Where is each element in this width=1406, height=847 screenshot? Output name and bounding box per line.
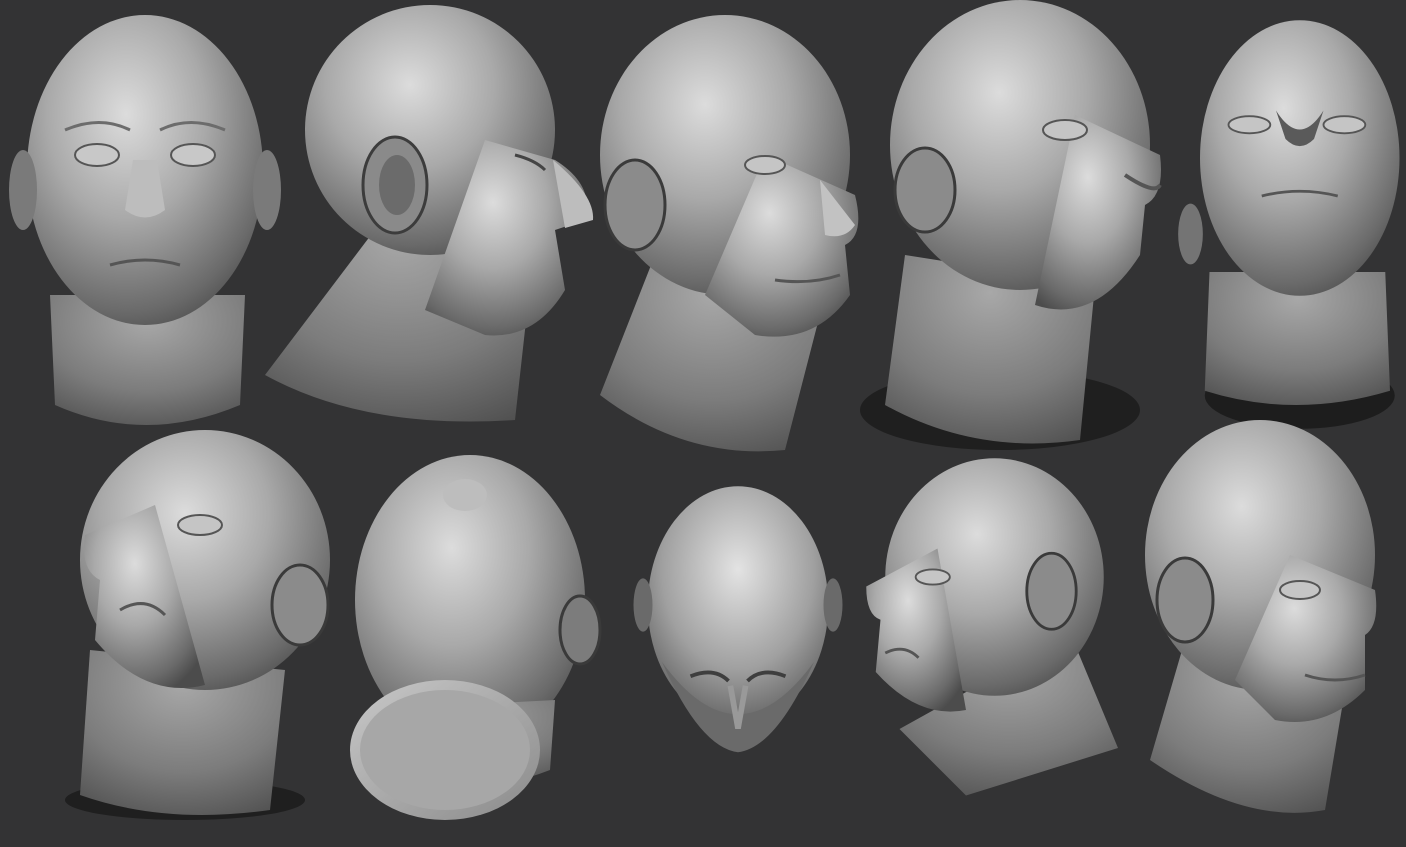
head-view-8 <box>633 486 843 753</box>
head-view-7 <box>350 455 602 820</box>
head-view-9 <box>866 458 1118 796</box>
head-view-6 <box>65 430 330 820</box>
head-view-4 <box>860 0 1162 450</box>
sculpt-turnaround-canvas <box>9 0 1400 820</box>
head-view-10 <box>1145 420 1377 813</box>
head-view-2 <box>265 5 594 422</box>
head-view-1 <box>9 15 281 425</box>
head-view-5 <box>1178 20 1400 429</box>
head-view-3 <box>600 15 859 452</box>
